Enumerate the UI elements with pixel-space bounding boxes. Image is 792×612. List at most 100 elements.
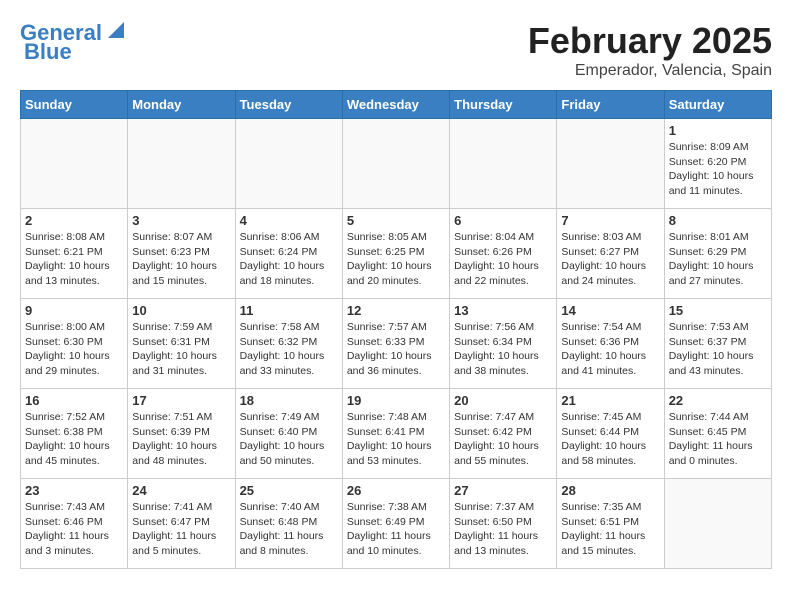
day-number: 10 bbox=[132, 303, 230, 318]
day-info: Sunrise: 7:56 AM Sunset: 6:34 PM Dayligh… bbox=[454, 320, 552, 379]
day-info: Sunrise: 7:40 AM Sunset: 6:48 PM Dayligh… bbox=[240, 500, 338, 559]
day-info: Sunrise: 7:45 AM Sunset: 6:44 PM Dayligh… bbox=[561, 410, 659, 469]
day-info: Sunrise: 7:54 AM Sunset: 6:36 PM Dayligh… bbox=[561, 320, 659, 379]
calendar-week-4: 23 Sunrise: 7:43 AM Sunset: 6:46 PM Dayli… bbox=[21, 479, 772, 569]
calendar-cell: 10 Sunrise: 7:59 AM Sunset: 6:31 PM Dayli… bbox=[128, 299, 235, 389]
day-info: Sunrise: 7:47 AM Sunset: 6:42 PM Dayligh… bbox=[454, 410, 552, 469]
day-number: 5 bbox=[347, 213, 445, 228]
day-number: 24 bbox=[132, 483, 230, 498]
day-number: 8 bbox=[669, 213, 767, 228]
day-info: Sunrise: 7:41 AM Sunset: 6:47 PM Dayligh… bbox=[132, 500, 230, 559]
calendar-cell: 25 Sunrise: 7:40 AM Sunset: 6:48 PM Dayli… bbox=[235, 479, 342, 569]
calendar-cell: 6 Sunrise: 8:04 AM Sunset: 6:26 PM Daylig… bbox=[450, 209, 557, 299]
weekday-header-tuesday: Tuesday bbox=[235, 91, 342, 119]
day-number: 25 bbox=[240, 483, 338, 498]
weekday-header-row: SundayMondayTuesdayWednesdayThursdayFrid… bbox=[21, 91, 772, 119]
day-info: Sunrise: 7:58 AM Sunset: 6:32 PM Dayligh… bbox=[240, 320, 338, 379]
day-number: 6 bbox=[454, 213, 552, 228]
day-number: 13 bbox=[454, 303, 552, 318]
day-info: Sunrise: 7:43 AM Sunset: 6:46 PM Dayligh… bbox=[25, 500, 123, 559]
day-info: Sunrise: 8:00 AM Sunset: 6:30 PM Dayligh… bbox=[25, 320, 123, 379]
calendar-cell: 23 Sunrise: 7:43 AM Sunset: 6:46 PM Dayli… bbox=[21, 479, 128, 569]
calendar-cell: 28Sunrise: 7:35 AM Sunset: 6:51 PM Dayli… bbox=[557, 479, 664, 569]
weekday-header-saturday: Saturday bbox=[664, 91, 771, 119]
day-number: 9 bbox=[25, 303, 123, 318]
day-info: Sunrise: 7:59 AM Sunset: 6:31 PM Dayligh… bbox=[132, 320, 230, 379]
day-number: 15 bbox=[669, 303, 767, 318]
weekday-header-thursday: Thursday bbox=[450, 91, 557, 119]
day-info: Sunrise: 7:44 AM Sunset: 6:45 PM Dayligh… bbox=[669, 410, 767, 469]
calendar-cell: 26 Sunrise: 7:38 AM Sunset: 6:49 PM Dayli… bbox=[342, 479, 449, 569]
calendar-cell: 14 Sunrise: 7:54 AM Sunset: 6:36 PM Dayli… bbox=[557, 299, 664, 389]
day-number: 22 bbox=[669, 393, 767, 408]
logo: General Blue bbox=[20, 20, 124, 64]
calendar-cell: 11 Sunrise: 7:58 AM Sunset: 6:32 PM Dayli… bbox=[235, 299, 342, 389]
day-info: Sunrise: 7:37 AM Sunset: 6:50 PM Dayligh… bbox=[454, 500, 552, 559]
calendar-cell: 9 Sunrise: 8:00 AM Sunset: 6:30 PM Daylig… bbox=[21, 299, 128, 389]
day-number: 12 bbox=[347, 303, 445, 318]
calendar-cell bbox=[342, 119, 449, 209]
calendar-cell: 4 Sunrise: 8:06 AM Sunset: 6:24 PM Daylig… bbox=[235, 209, 342, 299]
calendar-cell: 1 Sunrise: 8:09 AM Sunset: 6:20 PM Daylig… bbox=[664, 119, 771, 209]
calendar-cell: 24 Sunrise: 7:41 AM Sunset: 6:47 PM Dayli… bbox=[128, 479, 235, 569]
day-number: 21 bbox=[561, 393, 659, 408]
page-header: General Blue February 2025 Emperador, Va… bbox=[20, 20, 772, 80]
day-number: 14 bbox=[561, 303, 659, 318]
month-title: February 2025 bbox=[528, 20, 772, 62]
day-number: 1 bbox=[669, 123, 767, 138]
calendar-body: 1 Sunrise: 8:09 AM Sunset: 6:20 PM Daylig… bbox=[21, 119, 772, 569]
day-number: 3 bbox=[132, 213, 230, 228]
weekday-header-friday: Friday bbox=[557, 91, 664, 119]
calendar-cell: 21 Sunrise: 7:45 AM Sunset: 6:44 PM Dayli… bbox=[557, 389, 664, 479]
calendar-cell: 5Sunrise: 8:05 AM Sunset: 6:25 PM Daylig… bbox=[342, 209, 449, 299]
day-info: Sunrise: 7:38 AM Sunset: 6:49 PM Dayligh… bbox=[347, 500, 445, 559]
calendar-cell bbox=[664, 479, 771, 569]
calendar-week-2: 9 Sunrise: 8:00 AM Sunset: 6:30 PM Daylig… bbox=[21, 299, 772, 389]
calendar-cell: 27 Sunrise: 7:37 AM Sunset: 6:50 PM Dayli… bbox=[450, 479, 557, 569]
day-info: Sunrise: 7:48 AM Sunset: 6:41 PM Dayligh… bbox=[347, 410, 445, 469]
day-info: Sunrise: 7:57 AM Sunset: 6:33 PM Dayligh… bbox=[347, 320, 445, 379]
calendar-table: SundayMondayTuesdayWednesdayThursdayFrid… bbox=[20, 90, 772, 569]
logo-blue-text: Blue bbox=[24, 39, 72, 64]
day-number: 26 bbox=[347, 483, 445, 498]
calendar-cell: 18 Sunrise: 7:49 AM Sunset: 6:40 PM Dayli… bbox=[235, 389, 342, 479]
day-number: 20 bbox=[454, 393, 552, 408]
calendar-cell bbox=[557, 119, 664, 209]
title-block: February 2025 Emperador, Valencia, Spain bbox=[528, 20, 772, 80]
day-number: 2 bbox=[25, 213, 123, 228]
day-number: 19 bbox=[347, 393, 445, 408]
calendar-header: SundayMondayTuesdayWednesdayThursdayFrid… bbox=[21, 91, 772, 119]
day-number: 18 bbox=[240, 393, 338, 408]
day-info: Sunrise: 7:49 AM Sunset: 6:40 PM Dayligh… bbox=[240, 410, 338, 469]
day-number: 7 bbox=[561, 213, 659, 228]
day-number: 17 bbox=[132, 393, 230, 408]
weekday-header-wednesday: Wednesday bbox=[342, 91, 449, 119]
day-info: Sunrise: 7:53 AM Sunset: 6:37 PM Dayligh… bbox=[669, 320, 767, 379]
calendar-week-3: 16Sunrise: 7:52 AM Sunset: 6:38 PM Dayli… bbox=[21, 389, 772, 479]
calendar-cell: 19 Sunrise: 7:48 AM Sunset: 6:41 PM Dayli… bbox=[342, 389, 449, 479]
day-info: Sunrise: 8:01 AM Sunset: 6:29 PM Dayligh… bbox=[669, 230, 767, 289]
calendar-week-1: 2Sunrise: 8:08 AM Sunset: 6:21 PM Daylig… bbox=[21, 209, 772, 299]
day-info: Sunrise: 7:51 AM Sunset: 6:39 PM Dayligh… bbox=[132, 410, 230, 469]
day-number: 23 bbox=[25, 483, 123, 498]
day-info: Sunrise: 8:03 AM Sunset: 6:27 PM Dayligh… bbox=[561, 230, 659, 289]
day-info: Sunrise: 7:52 AM Sunset: 6:38 PM Dayligh… bbox=[25, 410, 123, 469]
calendar-cell: 2Sunrise: 8:08 AM Sunset: 6:21 PM Daylig… bbox=[21, 209, 128, 299]
calendar-cell: 7 Sunrise: 8:03 AM Sunset: 6:27 PM Daylig… bbox=[557, 209, 664, 299]
calendar-cell bbox=[128, 119, 235, 209]
day-info: Sunrise: 8:04 AM Sunset: 6:26 PM Dayligh… bbox=[454, 230, 552, 289]
calendar-cell: 22 Sunrise: 7:44 AM Sunset: 6:45 PM Dayli… bbox=[664, 389, 771, 479]
day-number: 28 bbox=[561, 483, 659, 498]
weekday-header-sunday: Sunday bbox=[21, 91, 128, 119]
calendar-week-0: 1 Sunrise: 8:09 AM Sunset: 6:20 PM Daylig… bbox=[21, 119, 772, 209]
location: Emperador, Valencia, Spain bbox=[528, 62, 772, 80]
calendar-cell: 3Sunrise: 8:07 AM Sunset: 6:23 PM Daylig… bbox=[128, 209, 235, 299]
calendar-cell: 12 Sunrise: 7:57 AM Sunset: 6:33 PM Dayli… bbox=[342, 299, 449, 389]
day-number: 27 bbox=[454, 483, 552, 498]
calendar-cell bbox=[450, 119, 557, 209]
day-number: 11 bbox=[240, 303, 338, 318]
logo-triangle-icon bbox=[104, 20, 124, 40]
day-number: 4 bbox=[240, 213, 338, 228]
day-info: Sunrise: 8:06 AM Sunset: 6:24 PM Dayligh… bbox=[240, 230, 338, 289]
day-info: Sunrise: 8:09 AM Sunset: 6:20 PM Dayligh… bbox=[669, 140, 767, 199]
